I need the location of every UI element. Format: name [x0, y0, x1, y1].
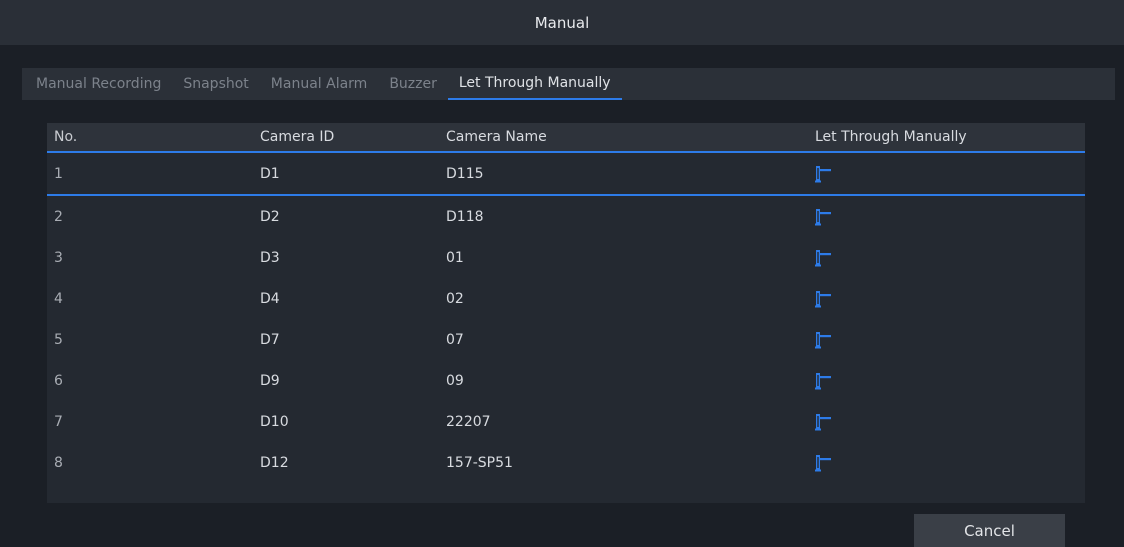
cell-no: 5 [54, 331, 63, 348]
cell-camera-name: 01 [446, 249, 464, 266]
cell-let-through [815, 401, 831, 442]
cell-camera-name: 07 [446, 331, 464, 348]
table-row[interactable]: 2 D2 D118 [47, 196, 1085, 237]
cell-camera-name: 09 [446, 372, 464, 389]
cell-camera-name: 02 [446, 290, 464, 307]
column-header-camera-name: Camera Name [446, 129, 547, 145]
cell-no: 1 [54, 165, 63, 182]
barrier-gate-icon[interactable] [815, 372, 831, 390]
cell-camera-id: D7 [260, 331, 280, 348]
table-row[interactable]: 1 D1 D115 [47, 153, 1085, 196]
cell-let-through [815, 237, 831, 278]
cell-camera-name: 157-SP51 [446, 454, 513, 471]
tab-bar: Manual Recording Snapshot Manual Alarm B… [22, 68, 1115, 100]
tab-let-through-manually[interactable]: Let Through Manually [447, 68, 622, 100]
column-header-let-through: Let Through Manually [815, 129, 967, 145]
tab-snapshot[interactable]: Snapshot [172, 68, 259, 100]
column-header-no: No. [54, 129, 78, 145]
cell-no: 4 [54, 290, 63, 307]
table-row[interactable]: 7 D10 22207 [47, 401, 1085, 442]
cancel-button[interactable]: Cancel [914, 514, 1065, 547]
cell-camera-name: D115 [446, 165, 484, 182]
cell-camera-id: D1 [260, 165, 280, 182]
cell-no: 3 [54, 249, 63, 266]
cell-camera-id: D2 [260, 208, 280, 225]
barrier-gate-icon[interactable] [815, 413, 831, 431]
cell-no: 8 [54, 454, 63, 471]
table-row[interactable]: 5 D7 07 [47, 319, 1085, 360]
tab-manual-alarm[interactable]: Manual Alarm [260, 68, 379, 100]
barrier-gate-icon[interactable] [815, 165, 831, 183]
table-body: 1 D1 D115 2 D2 D118 3 D3 01 4 D4 02 5 D7 07 6 D9 09 7 D10 22… [47, 153, 1085, 483]
cell-camera-id: D4 [260, 290, 280, 307]
table-row[interactable]: 8 D12 157-SP51 [47, 442, 1085, 483]
cell-camera-name: 22207 [446, 413, 491, 430]
cell-camera-id: D3 [260, 249, 280, 266]
table-row[interactable]: 4 D4 02 [47, 278, 1085, 319]
barrier-gate-icon[interactable] [815, 331, 831, 349]
cell-let-through [815, 153, 831, 194]
table-row[interactable]: 3 D3 01 [47, 237, 1085, 278]
cell-no: 2 [54, 208, 63, 225]
table-row[interactable]: 6 D9 09 [47, 360, 1085, 401]
dialog-title: Manual [534, 13, 590, 32]
barrier-gate-icon[interactable] [815, 290, 831, 308]
cell-camera-id: D9 [260, 372, 280, 389]
cell-let-through [815, 360, 831, 401]
cell-camera-id: D10 [260, 413, 289, 430]
barrier-gate-icon[interactable] [815, 208, 831, 226]
table-header: No. Camera ID Camera Name Let Through Ma… [47, 123, 1085, 153]
cell-let-through [815, 196, 831, 237]
cell-let-through [815, 278, 831, 319]
cell-let-through [815, 442, 831, 483]
camera-table: No. Camera ID Camera Name Let Through Ma… [47, 123, 1085, 503]
cell-no: 7 [54, 413, 63, 430]
barrier-gate-icon[interactable] [815, 454, 831, 472]
dialog-titlebar: Manual [0, 0, 1124, 45]
column-header-camera-id: Camera ID [260, 129, 335, 145]
tab-buzzer[interactable]: Buzzer [378, 68, 448, 100]
cell-let-through [815, 319, 831, 360]
cell-camera-id: D12 [260, 454, 289, 471]
tab-manual-recording[interactable]: Manual Recording [22, 68, 172, 100]
barrier-gate-icon[interactable] [815, 249, 831, 267]
cell-no: 6 [54, 372, 63, 389]
cell-camera-name: D118 [446, 208, 484, 225]
